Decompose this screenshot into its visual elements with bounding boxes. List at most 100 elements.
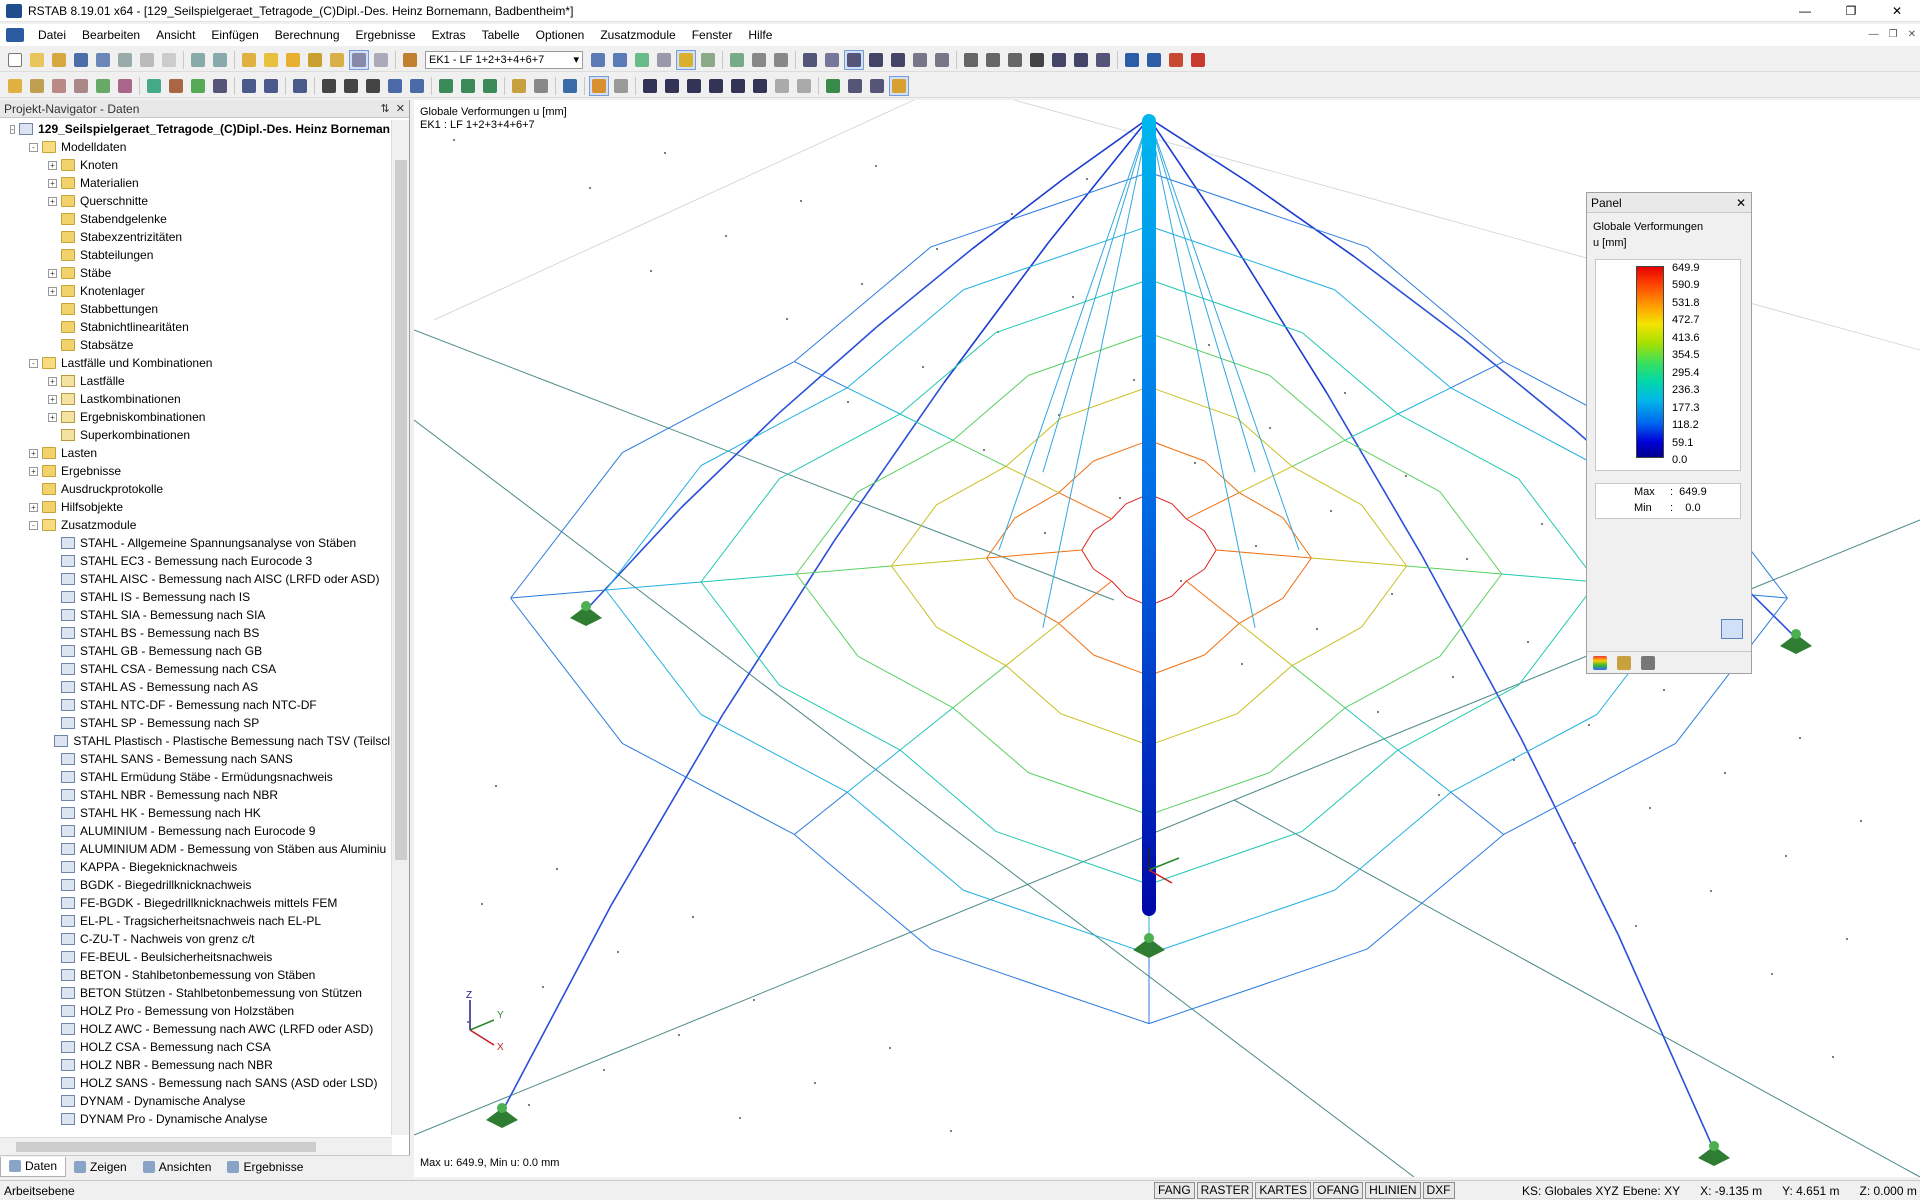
pdf-icon[interactable]	[1188, 50, 1208, 70]
rope-member[interactable]	[1148, 713, 1238, 746]
hinge-icon[interactable]	[166, 76, 186, 96]
line-load-icon[interactable]	[210, 76, 230, 96]
rope-member[interactable]	[1060, 386, 1150, 419]
maximize-button[interactable]: ❐	[1828, 0, 1874, 22]
tree-item[interactable]: HOLZ AWC - Bemessung nach AWC (LRFD oder…	[0, 1020, 390, 1038]
rope-member[interactable]	[1301, 332, 1399, 415]
rope-member[interactable]	[1005, 665, 1062, 715]
tab-daten[interactable]: Daten	[0, 1156, 67, 1177]
select-icon[interactable]	[261, 50, 281, 70]
zoom-all-icon[interactable]	[407, 76, 427, 96]
rope-member[interactable]	[610, 713, 724, 906]
tree-item[interactable]: ALUMINIUM ADM - Bemessung von Stäben aus…	[0, 840, 390, 858]
toggle-raster[interactable]: RASTER	[1196, 1182, 1254, 1199]
tree-item[interactable]: HOLZ CSA - Bemessung nach CSA	[0, 1038, 390, 1056]
tree-item[interactable]: + Lastfälle	[0, 372, 390, 390]
rope-member[interactable]	[1236, 417, 1293, 467]
rope-member[interactable]	[1148, 171, 1368, 248]
rope-member[interactable]	[1397, 749, 1452, 793]
rope-member[interactable]	[875, 248, 973, 328]
tree-item[interactable]: Ausdruckprotokolle	[0, 480, 390, 498]
panel-toggle-icon[interactable]	[889, 75, 909, 96]
rope-member[interactable]	[1236, 665, 1293, 715]
edit-icon[interactable]	[239, 50, 259, 70]
rope-member[interactable]	[1519, 736, 1620, 936]
expand-icon[interactable]: +	[48, 160, 57, 170]
save-icon[interactable]	[71, 50, 91, 70]
print-icon[interactable]	[115, 50, 135, 70]
rope-member[interactable]	[1005, 417, 1062, 467]
diagram-icon[interactable]	[771, 50, 791, 70]
force-n-icon[interactable]	[640, 76, 660, 96]
rope-member[interactable]	[1093, 439, 1150, 462]
rope-member[interactable]	[1048, 117, 1150, 243]
mdi-minimize-button[interactable]: —	[1869, 24, 1879, 46]
toggle-hlinien[interactable]: HLINIEN	[1365, 1182, 1421, 1199]
rope-member[interactable]	[1093, 654, 1150, 677]
rope-member[interactable]	[1366, 834, 1505, 950]
menu-optionen[interactable]: Optionen	[528, 24, 593, 46]
rope-member[interactable]	[1397, 387, 1452, 415]
force-vy-icon[interactable]	[662, 76, 682, 96]
node-icon[interactable]	[983, 50, 1003, 70]
rope-member[interactable]	[795, 573, 859, 657]
measure-icon[interactable]	[1049, 50, 1069, 70]
rope-member[interactable]	[846, 387, 901, 415]
close-button[interactable]: ✕	[1874, 0, 1920, 22]
rope-member[interactable]	[1014, 492, 1060, 519]
rope-member[interactable]	[794, 791, 848, 835]
rope-member[interactable]	[1058, 580, 1112, 624]
tree-item[interactable]: STAHL HK - Bemessung nach HK	[0, 804, 390, 822]
expand-icon[interactable]: +	[48, 196, 57, 206]
tree-item[interactable]: ALUMINIUM - Bemessung nach Eurocode 9	[0, 822, 390, 840]
rope-member[interactable]	[700, 573, 797, 583]
moment-mt-icon[interactable]	[706, 76, 726, 96]
tree-item[interactable]: BETON - Stahlbetonbemessung von Stäben	[0, 966, 390, 984]
copy-move-icon[interactable]	[239, 76, 259, 96]
tree-item[interactable]: STAHL - Allgemeine Spannungsanalyse von …	[0, 534, 390, 552]
rope-member[interactable]	[1148, 279, 1303, 334]
navigator-icon[interactable]	[371, 50, 391, 70]
rotate-icon[interactable]	[866, 50, 886, 70]
toggle-ofang[interactable]: OFANG	[1313, 1182, 1364, 1199]
clipping-icon[interactable]	[932, 50, 952, 70]
rope-member[interactable]	[796, 565, 892, 575]
rope-member[interactable]	[700, 713, 848, 793]
rope-member[interactable]	[1111, 580, 1127, 597]
rope-member[interactable]	[936, 466, 1007, 506]
menu-einfuegen[interactable]: Einfügen	[203, 24, 266, 46]
support-insert-icon[interactable]	[144, 76, 164, 96]
rope-member[interactable]	[986, 557, 1016, 599]
rope-member[interactable]	[986, 517, 1016, 559]
rope-member[interactable]	[986, 549, 1082, 559]
tree-item[interactable]: STAHL Plastisch - Plastische Bemessung n…	[0, 732, 390, 750]
tree-item[interactable]: - Modelldaten	[0, 138, 390, 156]
filter-icon[interactable]	[888, 50, 908, 70]
menu-bearbeiten[interactable]: Bearbeiten	[74, 24, 148, 46]
tab-ergebnisse[interactable]: Ergebnisse	[219, 1157, 311, 1177]
rope-member[interactable]	[1042, 117, 1150, 628]
rope-member[interactable]	[930, 948, 1150, 1025]
pin-icon[interactable]: ⇅	[380, 103, 389, 115]
rope-member[interactable]	[1060, 713, 1150, 746]
dimension-y-icon[interactable]	[458, 76, 478, 96]
rope-member[interactable]	[857, 655, 954, 709]
dimension-z-icon[interactable]	[480, 76, 500, 96]
table-icon[interactable]	[349, 49, 369, 70]
tree-item[interactable]: STAHL EC3 - Bemessung nach Eurocode 3	[0, 552, 390, 570]
rope-member[interactable]	[1093, 568, 1112, 582]
support-icon[interactable]	[1005, 50, 1025, 70]
rope-member[interactable]	[952, 707, 1029, 774]
table-view-icon[interactable]	[749, 50, 769, 70]
rope-member[interactable]	[1450, 791, 1504, 835]
rope-member[interactable]	[1248, 182, 1355, 258]
moment-mz-icon[interactable]	[750, 76, 770, 96]
mdi-close-button[interactable]: ✕	[1908, 24, 1916, 46]
tree-item[interactable]: STAHL AS - Bemessung nach AS	[0, 678, 390, 696]
rope-member[interactable]	[1239, 465, 1293, 494]
redo-icon[interactable]	[210, 50, 230, 70]
tree-item[interactable]: STAHL IS - Bemessung nach IS	[0, 588, 390, 606]
rope-member[interactable]	[1148, 439, 1205, 462]
rope-member[interactable]	[952, 439, 1007, 467]
rope-member[interactable]	[1081, 549, 1094, 570]
